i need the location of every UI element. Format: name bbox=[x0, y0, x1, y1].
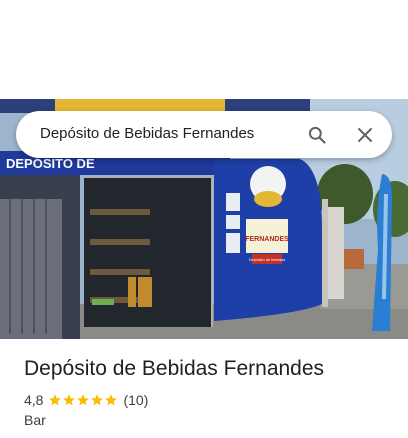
place-card-page: DEPÓSITO DE FERNANDES Depósito de bebida… bbox=[0, 0, 408, 438]
review-count[interactable]: (10) bbox=[123, 392, 148, 408]
search-bar[interactable]: Depósito de Bebidas Fernandes bbox=[16, 111, 392, 158]
star-icon bbox=[77, 394, 90, 406]
sub-sign-text: Depósito de bebidas bbox=[249, 257, 285, 262]
place-title: Depósito de Bebidas Fernandes bbox=[24, 357, 325, 380]
sign-text: FERNANDES bbox=[245, 236, 289, 243]
star-icon bbox=[91, 394, 104, 406]
search-icon[interactable] bbox=[302, 120, 332, 150]
rating-value: 4,8 bbox=[24, 392, 44, 408]
place-info: Depósito de Bebidas Fernandes 4,8 (10) B… bbox=[24, 355, 394, 428]
star-icon bbox=[49, 394, 62, 406]
star-rating bbox=[48, 393, 118, 407]
place-category: Bar bbox=[24, 412, 46, 428]
close-icon[interactable] bbox=[350, 120, 380, 150]
star-icon bbox=[63, 394, 76, 406]
star-icon bbox=[105, 394, 118, 406]
wall-sign-text: DEPÓSITO DE bbox=[6, 156, 95, 171]
search-input[interactable]: Depósito de Bebidas Fernandes bbox=[40, 125, 254, 142]
rating-row[interactable]: 4,8 (10) bbox=[24, 391, 394, 409]
map-area-blank bbox=[0, 0, 408, 99]
